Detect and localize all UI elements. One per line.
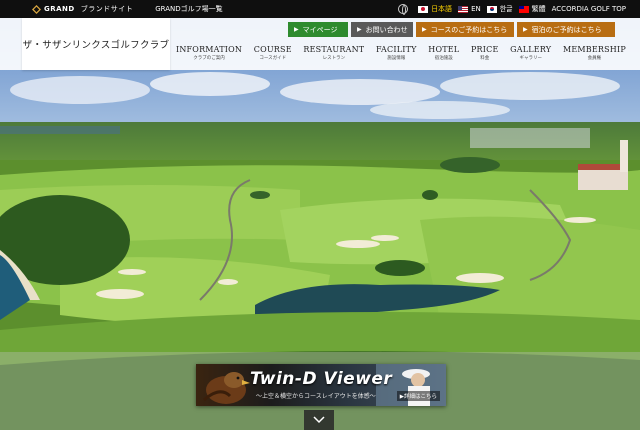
language-switcher: 日本語 EN 한글 繁體 ACCORDIA GOLF TOP bbox=[398, 4, 626, 15]
lang-japanese[interactable]: 日本語 bbox=[418, 4, 452, 14]
nav-gallery[interactable]: GALLERY ギャラリー bbox=[510, 45, 551, 61]
banner-details-link[interactable]: ▶詳細はこちら bbox=[396, 391, 440, 401]
grand-brand-logo[interactable]: GRAND ブランドサイト bbox=[32, 4, 133, 14]
nav-membership[interactable]: MEMBERSHIP 会員権 bbox=[563, 45, 626, 61]
eagle-image bbox=[203, 372, 250, 404]
golf-course-list-link[interactable]: GRANDゴルフ場一覧 bbox=[155, 4, 222, 14]
grand-logo-icon bbox=[32, 4, 41, 14]
club-logo[interactable]: ザ・サザンリンクスゴルフクラブ bbox=[22, 18, 170, 70]
twin-d-viewer-banner[interactable]: Twin-D Viewer 〜上空＆横空からコースレイアウトを体感〜 ▶詳細はこ… bbox=[196, 364, 446, 406]
mypage-button[interactable]: ▶ マイページ bbox=[288, 22, 348, 37]
nav-hotel[interactable]: HOTEL 宿泊施設 bbox=[428, 45, 459, 61]
scroll-down-button[interactable] bbox=[304, 410, 334, 430]
nav-information[interactable]: INFORMATION クラブのご案内 bbox=[176, 45, 242, 61]
brand-site-link[interactable]: ブランドサイト bbox=[81, 4, 134, 14]
arrow-right-icon: ▶ bbox=[357, 26, 362, 33]
taiwan-flag-icon bbox=[518, 5, 529, 13]
lang-english[interactable]: EN bbox=[458, 5, 481, 13]
course-reservation-button[interactable]: ▶ コースのご予約はこちら bbox=[416, 22, 514, 37]
main-nav: INFORMATION クラブのご案内 COURSE コースガイド RESTAU… bbox=[176, 45, 626, 61]
arrow-right-icon: ▶ bbox=[294, 26, 299, 33]
nav-facility[interactable]: FACILITY 施設情報 bbox=[376, 45, 417, 61]
hotel-reservation-button[interactable]: ▶ 宿泊のご予約はこちら bbox=[517, 22, 615, 37]
banner-subtitle: 〜上空＆横空からコースレイアウトを体感〜 bbox=[256, 393, 376, 400]
lang-traditional-chinese[interactable]: 繁體 bbox=[518, 4, 546, 14]
globe-icon bbox=[398, 4, 409, 15]
nav-restaurant[interactable]: RESTAURANT レストラン bbox=[303, 45, 364, 61]
nav-course[interactable]: COURSE コースガイド bbox=[254, 45, 292, 61]
arrow-right-icon: ▶ bbox=[422, 26, 427, 33]
chevron-down-icon bbox=[313, 416, 325, 424]
grand-logo-text: GRAND bbox=[44, 5, 75, 13]
banner-title: Twin-D Viewer bbox=[250, 369, 393, 389]
korea-flag-icon bbox=[486, 5, 497, 13]
japan-flag-icon bbox=[418, 5, 429, 13]
lang-korean[interactable]: 한글 bbox=[486, 4, 513, 14]
us-flag-icon bbox=[458, 5, 469, 13]
top-bar: GRAND ブランドサイト GRANDゴルフ場一覧 日本語 EN 한글 繁體 A… bbox=[0, 0, 640, 18]
club-name: ザ・サザンリンクスゴルフクラブ bbox=[22, 40, 170, 51]
accordia-golf-top-link[interactable]: ACCORDIA GOLF TOP bbox=[552, 5, 626, 13]
nav-price[interactable]: PRICE 料金 bbox=[471, 45, 499, 61]
header-cta-buttons: ▶ マイページ ▶ お問い合わせ ▶ コースのご予約はこちら ▶ 宿泊のご予約は… bbox=[288, 22, 615, 37]
arrow-right-icon: ▶ bbox=[523, 26, 528, 33]
contact-button[interactable]: ▶ お問い合わせ bbox=[351, 22, 413, 37]
